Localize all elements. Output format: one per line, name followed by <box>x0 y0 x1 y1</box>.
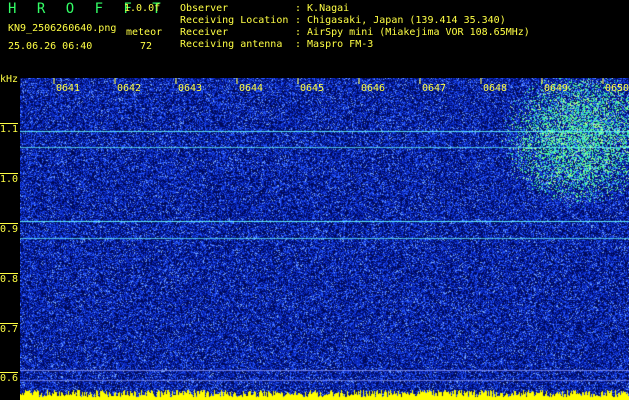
x-tick-label: 0643 <box>178 83 202 94</box>
y-tick-label: 0.6 <box>0 373 19 384</box>
y-tick-mark <box>0 123 18 124</box>
mode-label: meteor <box>126 27 163 38</box>
app-version: 1.0.0f <box>124 3 161 14</box>
y-tick-label: 0.8 <box>0 274 19 285</box>
header-panel: H R O F F T 1.0.0f KN9_2506260640.png me… <box>0 0 629 78</box>
x-tick-label: 0644 <box>239 83 263 94</box>
meta-key-receiver: Receiver <box>180 27 229 38</box>
y-tick-label: 0.9 <box>0 224 19 235</box>
file-name: KN9_2506260640.png <box>8 23 117 34</box>
x-tick-label: 0647 <box>422 83 446 94</box>
y-tick-label: 1.0 <box>0 174 19 185</box>
x-tick-label: 0650 <box>605 83 629 94</box>
x-tick-label: 0641 <box>56 83 80 94</box>
x-tick-label: 0648 <box>483 83 507 94</box>
y-tick-mark <box>0 323 18 324</box>
date-time: 25.06.26 06:40 <box>8 41 93 52</box>
y-tick-label: 0.7 <box>0 324 19 335</box>
meta-key-observer: Observer <box>180 3 229 14</box>
time-axis: 0641 0642 0643 0644 0645 0646 0647 0648 0649 0650 <box>53 78 629 94</box>
x-tick-label: 0645 <box>300 83 324 94</box>
y-tick-mark <box>0 223 18 224</box>
y-axis-unit: kHz <box>0 74 19 85</box>
y-tick-mark <box>0 173 18 174</box>
x-tick-label: 0642 <box>117 83 141 94</box>
meta-value-antenna: : Maspro FM-3 <box>295 39 374 50</box>
meta-key-antenna: Receiving antenna <box>180 39 283 50</box>
meta-key-location: Receiving Location <box>180 15 289 26</box>
y-tick-mark <box>0 273 18 274</box>
x-tick-label: 0649 <box>544 83 568 94</box>
spectrogram-panel: 0641 0642 0643 0644 0645 0646 0647 0648 0649 0650 <box>20 78 629 400</box>
count-value: 72 <box>140 41 153 52</box>
x-tick-label: 0646 <box>361 83 385 94</box>
meta-value-observer: : K.Nagai <box>295 3 350 14</box>
y-tick-mark <box>0 372 18 373</box>
meta-value-receiver: : AirSpy mini (Miakejima VOR 108.65MHz) <box>295 27 530 38</box>
meta-value-location: : Chigasaki, Japan (139.414 35.340) <box>295 15 506 26</box>
y-tick-label: 1.1 <box>0 124 19 135</box>
